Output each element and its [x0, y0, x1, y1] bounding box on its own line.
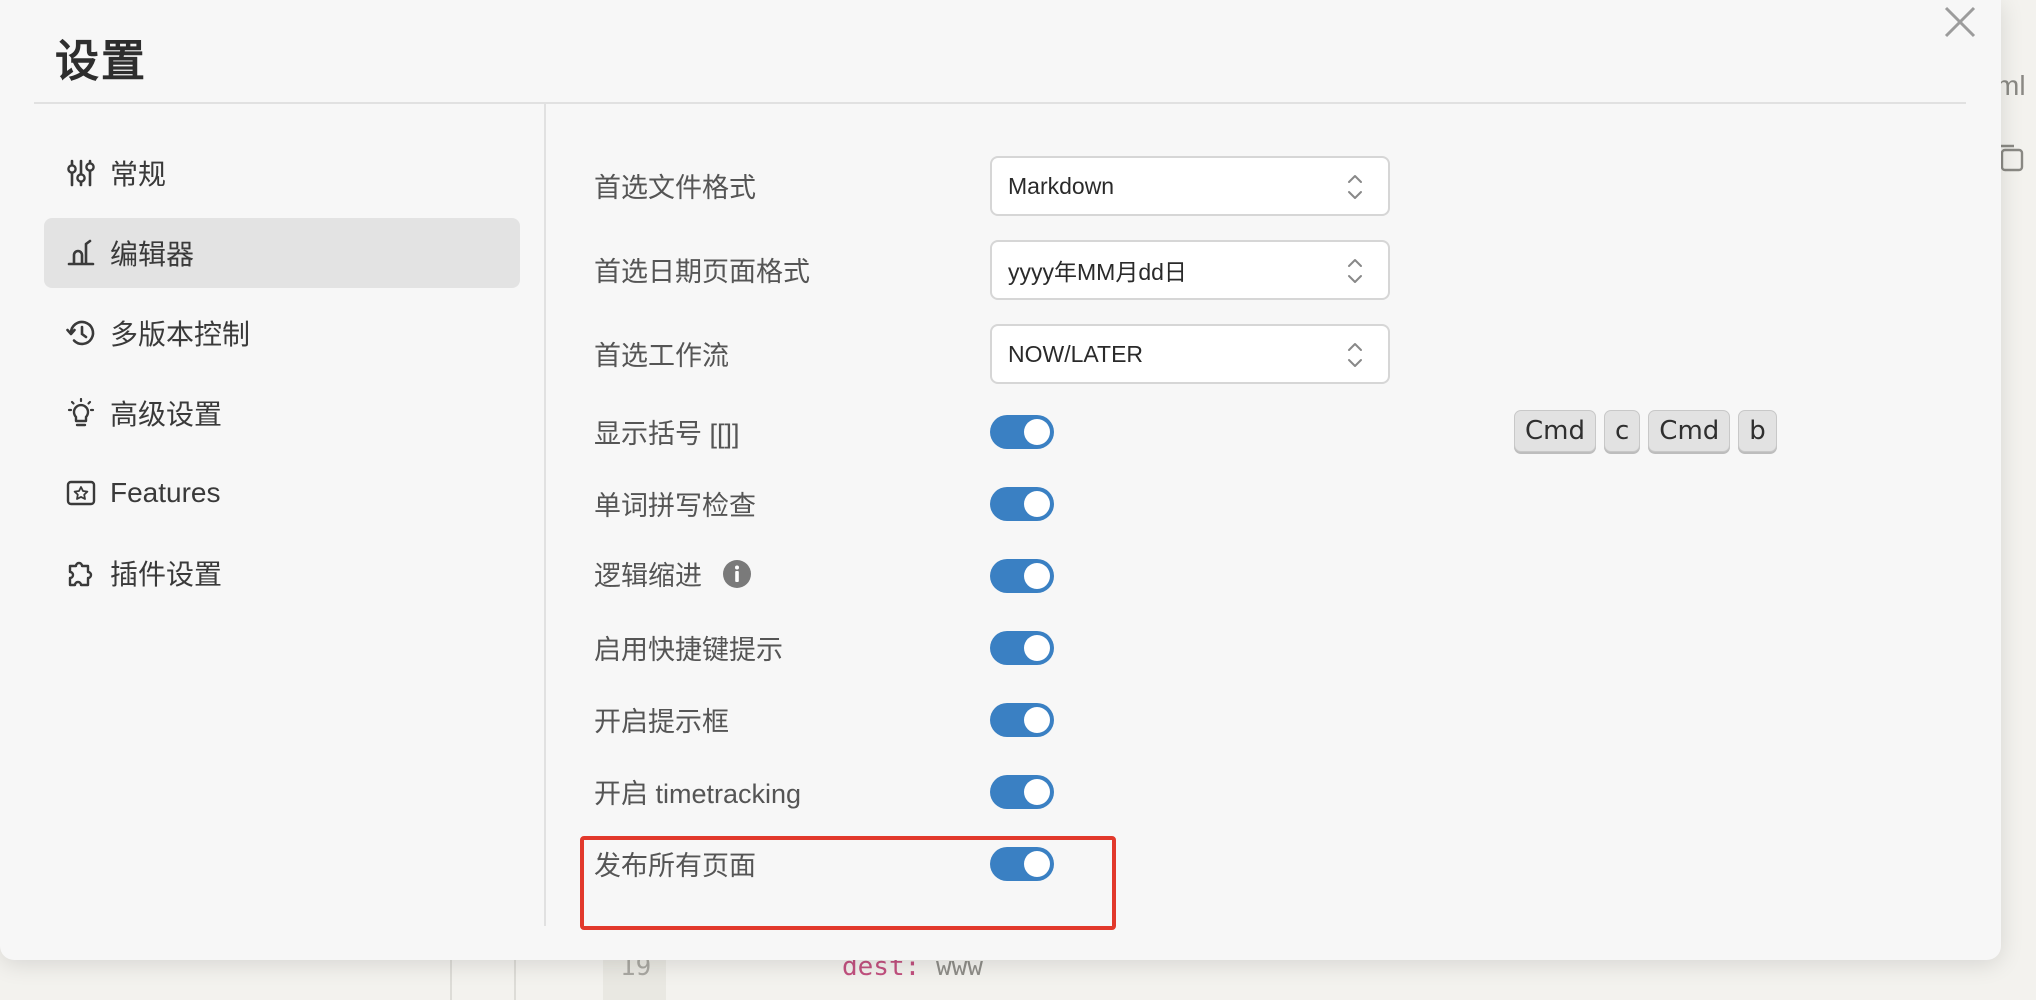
settings-dialog: 设置 常规 编辑器 多版本控制 高级设置 Features 插件设置 首选文件格… [0, 0, 2001, 960]
sidebar-item-general[interactable]: 常规 [44, 138, 520, 208]
shortcut-tips-label: 启用快捷键提示 [594, 635, 783, 665]
puzzle-icon [68, 561, 93, 587]
workflow-label: 首选工作流 [594, 341, 729, 371]
spellcheck-label: 单词拼写检查 [594, 491, 756, 521]
sidebar-item-version-control[interactable]: 多版本控制 [44, 298, 520, 368]
sidebar-item-label: 编辑器 [110, 239, 195, 270]
header-divider [34, 102, 1966, 104]
brackets-toggle[interactable] [990, 415, 1054, 449]
timetracking-label: 开启 timetracking [594, 779, 802, 809]
sidebar-item-label: 常规 [110, 159, 167, 190]
sliders-icon [67, 159, 95, 187]
keycap: c [1604, 410, 1641, 452]
file-format-label: 首选文件格式 [594, 173, 756, 203]
image-star-icon [66, 480, 96, 506]
timetracking-toggle[interactable] [990, 775, 1054, 809]
toggle-knob [1024, 707, 1050, 733]
chevron-updown-icon [1348, 175, 1362, 199]
shortcut-keys: Cmd c Cmd b [1514, 410, 1777, 452]
tooltip-toggle[interactable] [990, 703, 1054, 737]
date-format-label: 首选日期页面格式 [594, 257, 810, 287]
tooltip-label: 开启提示框 [594, 707, 729, 737]
settings-sidebar: 常规 编辑器 多版本控制 高级设置 Features 插件设置 [44, 138, 520, 618]
close-icon[interactable] [1940, 0, 1980, 44]
highlight-box [580, 836, 1116, 930]
toggle-knob [1024, 635, 1050, 661]
logical-indent-label: 逻辑缩进 [594, 561, 702, 591]
logical-indent-toggle[interactable] [990, 559, 1054, 593]
sidebar-item-label: Features [110, 477, 221, 508]
sidebar-item-advanced[interactable]: 高级设置 [44, 378, 520, 448]
date-format-select[interactable]: yyyy年MM月dd日 [990, 240, 1390, 300]
toggle-knob [1024, 491, 1050, 517]
dialog-title: 设置 [55, 37, 147, 86]
workflow-value: NOW/LATER [1008, 340, 1144, 367]
workflow-select[interactable]: NOW/LATER [990, 324, 1390, 384]
sidebar-item-label: 插件设置 [110, 559, 223, 590]
sidebar-item-editor[interactable]: 编辑器 [44, 218, 520, 288]
sidebar-item-plugins[interactable]: 插件设置 [44, 538, 520, 608]
toggle-knob [1024, 563, 1050, 589]
chevron-updown-icon [1348, 343, 1362, 367]
keycap: Cmd [1514, 410, 1596, 452]
sidebar-item-features[interactable]: Features [44, 458, 520, 528]
info-icon[interactable] [722, 559, 752, 589]
file-format-value: Markdown [1008, 172, 1115, 199]
file-format-select[interactable]: Markdown [990, 156, 1390, 216]
editor-icon [67, 239, 95, 266]
brackets-label: 显示括号 [[]] [594, 419, 740, 449]
toggle-knob [1024, 419, 1050, 445]
shortcut-tips-toggle[interactable] [990, 631, 1054, 665]
lightbulb-icon [67, 398, 95, 427]
spellcheck-toggle[interactable] [990, 487, 1054, 521]
date-format-value: yyyy年MM月dd日 [1008, 259, 1187, 285]
keycap: b [1738, 410, 1777, 452]
keycap: Cmd [1648, 410, 1731, 452]
sidebar-divider [544, 104, 546, 926]
chevron-updown-icon [1348, 259, 1362, 283]
toggle-knob [1024, 779, 1050, 805]
logical-indent-label-row: 逻辑缩进 [594, 554, 752, 593]
history-icon [66, 320, 95, 346]
sidebar-item-label: 多版本控制 [110, 319, 251, 350]
sidebar-item-label: 高级设置 [110, 399, 223, 430]
